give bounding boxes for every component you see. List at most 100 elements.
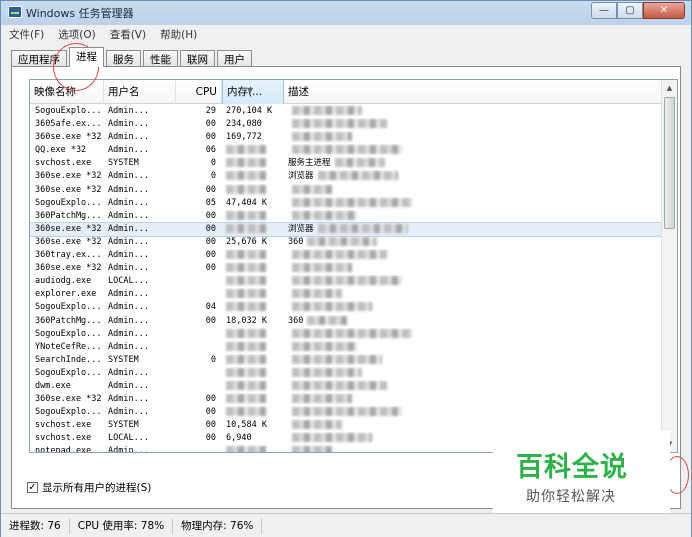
- minimize-button[interactable]: —: [591, 2, 617, 19]
- redacted-description: [292, 420, 342, 430]
- table-row[interactable]: SearchInde... SYSTEM 0: [30, 354, 662, 367]
- cell-image-name: svchost.exe: [30, 432, 104, 445]
- cell-cpu: 29: [176, 105, 222, 118]
- cell-memory-text: 47,404 K: [226, 197, 267, 208]
- table-row[interactable]: audiodg.exe LOCAL...: [30, 275, 662, 288]
- tab-performance[interactable]: 性能: [143, 50, 178, 67]
- cell-user-name: Admin...: [104, 197, 176, 210]
- tab-users[interactable]: 用户: [217, 50, 252, 67]
- cell-cpu: 05: [176, 197, 222, 210]
- cell-image-name: QQ.exe *32: [30, 144, 104, 157]
- table-row[interactable]: explorer.exe Admin...: [30, 288, 662, 301]
- cell-image-name: SogouExplo...: [30, 328, 104, 341]
- cell-description: 浏览器: [284, 170, 662, 183]
- table-row[interactable]: 360se.exe *32 Admin... 00 25,676 K 360: [30, 236, 662, 249]
- cell-cpu-text: 00: [205, 250, 216, 261]
- table-row[interactable]: QQ.exe *32 Admin... 06: [30, 144, 662, 157]
- cell-user-name: Admin...: [104, 118, 176, 131]
- cell-memory: [222, 249, 284, 262]
- redacted-memory: [226, 367, 266, 377]
- cell-cpu-text: 00: [205, 210, 216, 221]
- cell-user-name: Admin...: [104, 301, 176, 314]
- tab-services[interactable]: 服务: [106, 50, 141, 67]
- cell-image-name-text: svchost.exe: [35, 158, 92, 169]
- cell-user-name: SYSTEM: [104, 157, 176, 170]
- scroll-up-arrow-icon[interactable]: ▲: [662, 80, 677, 96]
- cell-description: [284, 249, 662, 262]
- show-all-users-checkbox[interactable]: ✓: [27, 482, 38, 493]
- cell-cpu: 00: [176, 223, 222, 236]
- table-row[interactable]: SogouExplo... Admin...: [30, 328, 662, 341]
- table-row[interactable]: SogouExplo... Admin... 29 270,104 K: [30, 105, 662, 118]
- cell-memory: [222, 288, 284, 301]
- scroll-thumb[interactable]: [664, 97, 675, 229]
- redacted-description: [292, 276, 402, 286]
- cell-description: [284, 184, 662, 197]
- table-row[interactable]: svchost.exe SYSTEM 0 服务主进程: [30, 157, 662, 170]
- redacted-description: [307, 315, 348, 325]
- redacted-memory: [226, 210, 266, 220]
- table-row[interactable]: SogouExplo... Admin... 00: [30, 406, 662, 419]
- cell-cpu: 00: [176, 184, 222, 197]
- cell-cpu: 0: [176, 157, 222, 170]
- table-row[interactable]: YNoteCefRe... Admin...: [30, 341, 662, 354]
- menu-help[interactable]: 帮助(H): [160, 27, 197, 42]
- menu-view[interactable]: 查看(V): [110, 27, 146, 42]
- column-memory[interactable]: ▼ 内存(...: [222, 80, 284, 104]
- column-cpu[interactable]: CPU: [176, 80, 222, 104]
- column-user-name[interactable]: 用户名: [104, 80, 176, 104]
- table-row[interactable]: 360tray.ex... Admin... 00: [30, 249, 662, 262]
- watermark-title: 百科全说: [516, 452, 628, 483]
- cell-cpu: [176, 367, 222, 380]
- table-row[interactable]: 360se.exe *32 Admin... 00 浏览器: [30, 221, 663, 237]
- cell-cpu: 00: [176, 419, 222, 432]
- table-row[interactable]: 360se.exe *32 Admin... 0 浏览器: [30, 170, 662, 183]
- tab-networking[interactable]: 联网: [180, 50, 215, 67]
- redacted-description: [292, 184, 332, 194]
- vertical-scrollbar[interactable]: ▲ ▼: [661, 80, 677, 452]
- menu-file[interactable]: 文件(F): [9, 27, 44, 42]
- cell-image-name-text: 360se.exe *32: [35, 132, 102, 143]
- cell-user-name: Admin...: [104, 288, 176, 301]
- table-row[interactable]: 360Safe.ex... Admin... 00 234,080: [30, 118, 662, 131]
- table-row[interactable]: 360se.exe *32 Admin... 00: [30, 184, 662, 197]
- column-description[interactable]: 描述: [284, 80, 662, 104]
- table-row[interactable]: SogouExplo... Admin...: [30, 367, 662, 380]
- cell-cpu-text: 04: [205, 302, 216, 313]
- redacted-memory: [226, 171, 266, 181]
- table-row[interactable]: dwm.exe Admin...: [30, 380, 662, 393]
- table-row[interactable]: 360se.exe *32 Admin... 00: [30, 262, 662, 275]
- cell-memory: [222, 341, 284, 354]
- redacted-memory: [226, 250, 266, 260]
- redacted-description: [292, 328, 412, 338]
- cell-user-name-text: Admin...: [108, 289, 149, 300]
- table-row[interactable]: SogouExplo... Admin... 05 47,404 K: [30, 197, 662, 210]
- table-row[interactable]: 360PatchMg... Admin... 00: [30, 210, 662, 223]
- cell-image-name: SogouExplo...: [30, 105, 104, 118]
- cell-cpu: 00: [176, 236, 222, 249]
- close-button[interactable]: ✕: [643, 2, 685, 19]
- cell-description: [284, 301, 662, 314]
- cell-cpu-text: 06: [205, 145, 216, 156]
- cell-memory-text: 234,080: [226, 119, 262, 130]
- maximize-button[interactable]: ▢: [617, 2, 643, 19]
- cell-cpu-text: 00: [205, 394, 216, 405]
- title-bar[interactable]: Windows 任务管理器 — ▢ ✕: [1, 1, 691, 25]
- cell-image-name: 360se.exe *32: [30, 393, 104, 406]
- table-row[interactable]: SogouExplo... Admin... 04: [30, 301, 662, 314]
- cell-image-name: 360Safe.ex...: [30, 118, 104, 131]
- redacted-description: [292, 210, 357, 220]
- cell-description: [284, 131, 662, 144]
- cell-memory-text: 18,032 K: [226, 315, 267, 326]
- process-list[interactable]: 映像名称 用户名 CPU ▼ 内存(... 描述 SogouExplo... Ad…: [29, 79, 678, 453]
- cell-cpu: [176, 445, 222, 452]
- table-row[interactable]: 360se.exe *32 Admin... 00 169,772: [30, 131, 662, 144]
- cell-user-name-text: Admin...: [108, 341, 149, 352]
- cell-user-name-text: Admin...: [108, 328, 149, 339]
- table-row[interactable]: 360PatchMg... Admin... 00 18,032 K 360: [30, 315, 662, 328]
- cell-image-name: SogouExplo...: [30, 301, 104, 314]
- table-row[interactable]: 360se.exe *32 Admin... 00: [30, 393, 662, 406]
- menu-options[interactable]: 选项(O): [58, 27, 95, 42]
- tab-processes[interactable]: 进程: [69, 47, 104, 67]
- show-all-users-option[interactable]: ✓ 显示所有用户的进程(S): [27, 480, 151, 495]
